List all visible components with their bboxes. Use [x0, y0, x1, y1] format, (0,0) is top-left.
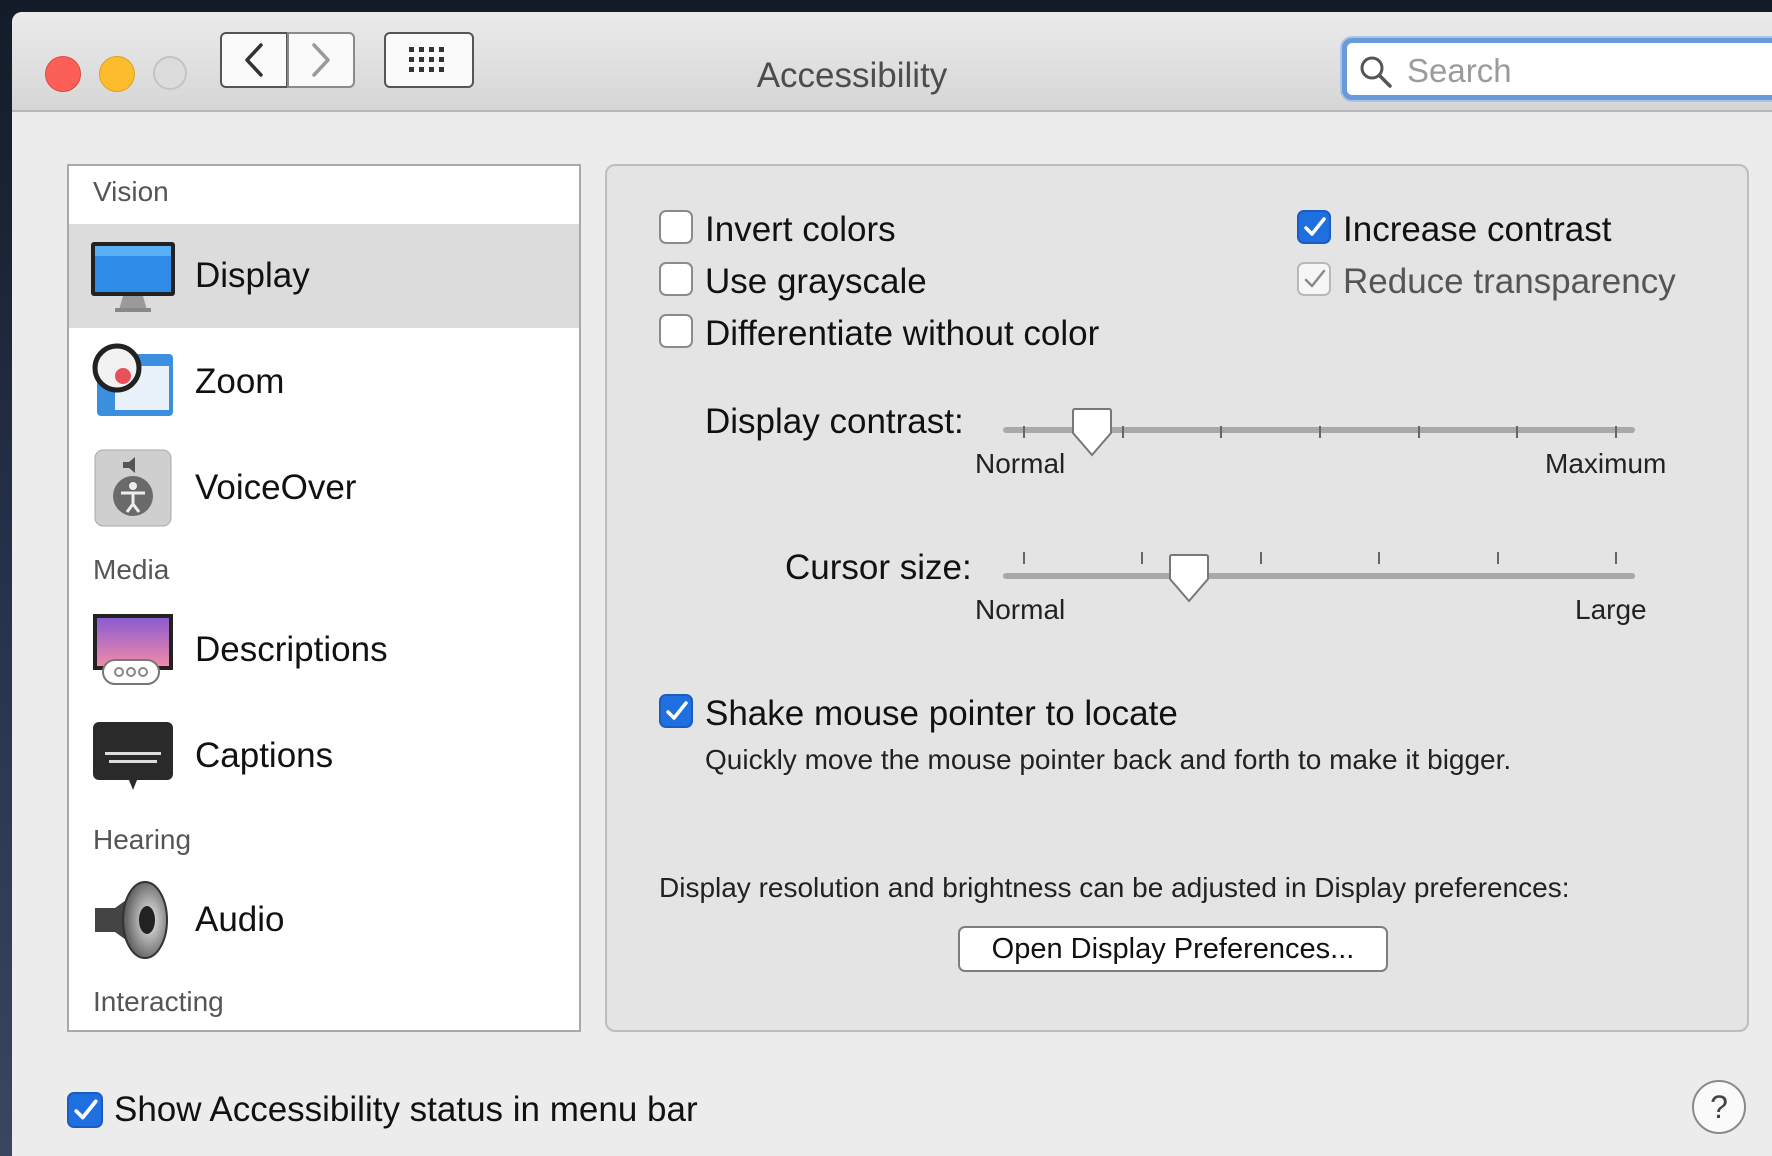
sidebar-item-zoom[interactable]: Zoom: [69, 330, 579, 434]
descriptions-icon: [87, 604, 179, 696]
search-input[interactable]: [1405, 51, 1772, 91]
checkmark-icon: [666, 701, 688, 720]
checkmark-icon: [74, 1099, 98, 1120]
cursor-size-label: Cursor size:: [785, 548, 972, 587]
title-bar: Accessibility: [12, 12, 1772, 112]
checkmark-icon: [1304, 269, 1326, 288]
sidebar-header-interacting: Interacting: [93, 986, 224, 1017]
sidebar-item-voiceover[interactable]: VoiceOver: [69, 436, 579, 540]
sidebar-item-audio[interactable]: Audio: [69, 868, 579, 972]
show-status-in-menu-bar-checkbox[interactable]: [67, 1092, 103, 1128]
voiceover-icon: [87, 442, 179, 534]
zoom-icon: [87, 336, 179, 428]
slider-tick: [1516, 426, 1519, 438]
sidebar-item-label: Audio: [195, 900, 285, 939]
shake-mouse-pointer-checkbox[interactable]: [659, 694, 693, 728]
invert-colors-label: Invert colors: [705, 210, 896, 249]
sidebar-item-captions[interactable]: Captions: [69, 704, 579, 808]
slider-tick: [1615, 552, 1617, 564]
sidebar-item-label: Display: [195, 256, 310, 295]
display-contrast-max-label: Maximum: [1545, 448, 1667, 479]
use-grayscale-checkbox[interactable]: [659, 262, 693, 296]
increase-contrast-checkbox[interactable]: [1297, 210, 1331, 244]
display-contrast-slider-knob[interactable]: [1069, 407, 1115, 464]
search-field[interactable]: [1342, 38, 1772, 100]
slider-tick: [1141, 552, 1144, 564]
speaker-icon: [87, 874, 179, 966]
slider-tick: [1615, 426, 1617, 438]
slider-tick: [1023, 426, 1025, 438]
open-display-preferences-button[interactable]: Open Display Preferences...: [958, 926, 1388, 972]
shake-description: Quickly move the mouse pointer back and …: [705, 744, 1512, 775]
display-preferences-note: Display resolution and brightness can be…: [659, 872, 1570, 903]
differentiate-without-color-checkbox[interactable]: [659, 314, 693, 348]
display-settings-panel: Invert colors Use grayscale Differentiat…: [605, 164, 1749, 1032]
slider-tick: [1121, 426, 1124, 438]
invert-colors-checkbox[interactable]: [659, 210, 693, 244]
sidebar-item-descriptions[interactable]: Descriptions: [69, 598, 579, 702]
captions-icon: [87, 710, 179, 802]
slider-tick: [1023, 552, 1025, 564]
search-icon: [1360, 56, 1392, 88]
slider-tick: [1496, 552, 1499, 564]
sidebar-item-label: VoiceOver: [195, 468, 357, 507]
slider-tick: [1319, 426, 1321, 438]
slider-tick: [1417, 426, 1420, 438]
cursor-size-slider[interactable]: [1003, 573, 1635, 579]
shake-mouse-pointer-label: Shake mouse pointer to locate: [705, 694, 1178, 733]
slider-tick: [1259, 552, 1262, 564]
preferences-window: Accessibility Vision Display: [12, 12, 1772, 1156]
display-contrast-label: Display contrast:: [705, 402, 964, 441]
sidebar-header-media: Media: [93, 554, 170, 585]
slider-tick: [1220, 426, 1223, 438]
sidebar-header-vision: Vision: [93, 176, 169, 207]
increase-contrast-label: Increase contrast: [1343, 210, 1612, 249]
category-sidebar: Vision Display Zoom VoiceOver Media Desc…: [67, 164, 581, 1032]
sidebar-item-display[interactable]: Display: [69, 224, 579, 328]
sidebar-item-label: Zoom: [195, 362, 285, 401]
checkmark-icon: [1304, 217, 1326, 236]
cursor-size-max-label: Large: [1575, 594, 1647, 625]
cursor-size-min-label: Normal: [975, 594, 1066, 625]
reduce-transparency-checkbox[interactable]: [1297, 262, 1331, 296]
sidebar-header-hearing: Hearing: [93, 824, 192, 855]
display-icon: [87, 230, 179, 322]
display-contrast-min-label: Normal: [975, 448, 1066, 479]
reduce-transparency-label: Reduce transparency: [1343, 262, 1676, 301]
show-status-in-menu-bar-label: Show Accessibility status in menu bar: [114, 1090, 698, 1129]
sidebar-item-label: Captions: [195, 736, 334, 775]
sidebar-item-label: Descriptions: [195, 630, 388, 669]
use-grayscale-label: Use grayscale: [705, 262, 927, 301]
help-button[interactable]: ?: [1692, 1080, 1746, 1134]
differentiate-without-color-label: Differentiate without color: [705, 314, 1100, 353]
slider-tick: [1378, 552, 1381, 564]
cursor-size-slider-knob[interactable]: [1166, 553, 1212, 610]
